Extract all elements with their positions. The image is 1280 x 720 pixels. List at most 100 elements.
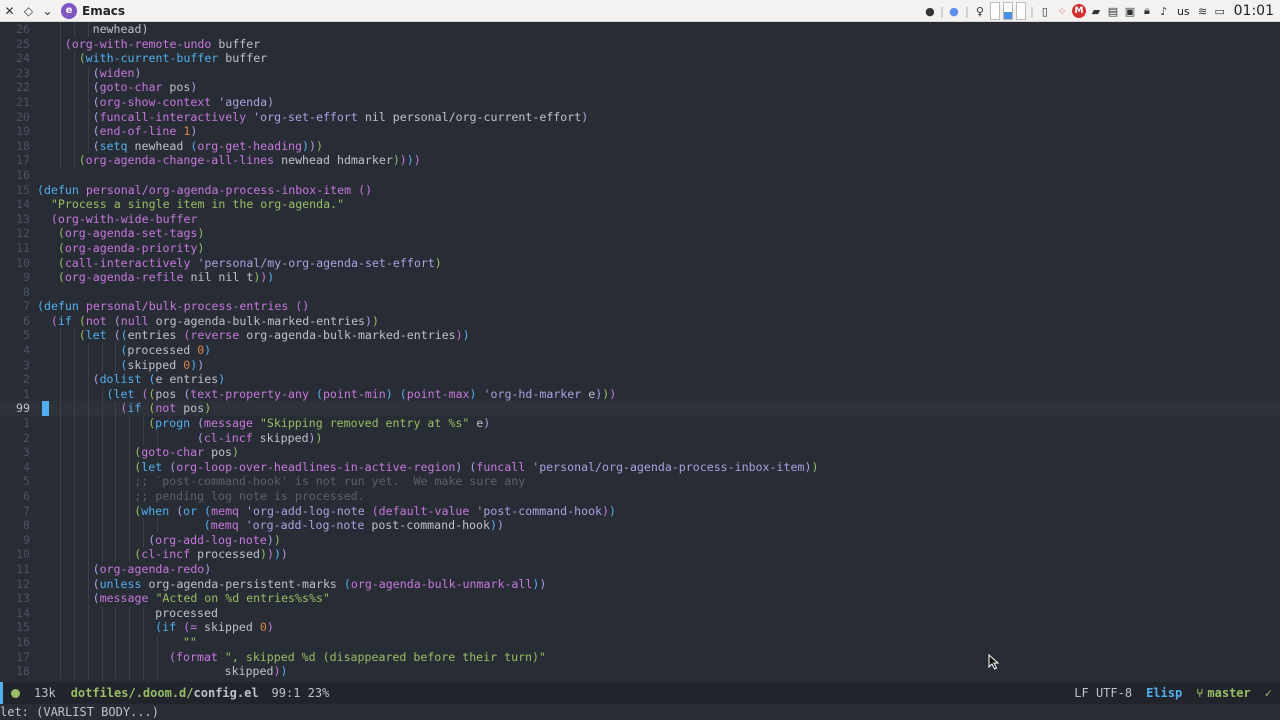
code-line[interactable]: 13 (message "Acted on %d entries%s%s" (0, 591, 1280, 606)
major-mode[interactable]: Elisp (1146, 686, 1182, 700)
indent-guide (73, 153, 75, 168)
indent-guide (129, 503, 131, 519)
code-text: (call-interactively 'personal/my-org-age… (57, 255, 442, 270)
code-line[interactable]: 17 (format ", skipped %d (disappeared bef… (0, 649, 1280, 665)
code-line[interactable]: 10 (cl-incf processed)))) (0, 547, 1280, 562)
code-line[interactable]: 20 (funcall-interactively 'org-set-effort… (0, 109, 1280, 125)
code-line[interactable]: 3 (skipped 0)) (0, 357, 1280, 373)
code-line[interactable]: 9 (org-agenda-refile nil nil t))) (0, 270, 1280, 285)
chevron-down-icon[interactable]: ⌄ (38, 0, 57, 22)
line-number: 1 (23, 416, 30, 431)
indent-guide (87, 620, 89, 635)
code-line[interactable]: 8 (0, 285, 1280, 300)
code-text: ;; pending log note is processed. (134, 489, 365, 503)
code-line[interactable]: 11 (org-agenda-redo) (0, 561, 1280, 577)
code-line[interactable]: 14 processed (0, 605, 1280, 621)
code-text: newhead) (92, 22, 149, 36)
vcs-branch[interactable]: ⑂ master (1196, 686, 1251, 700)
lightbulb-icon[interactable]: ♀ (973, 4, 987, 18)
indent-guide (59, 503, 61, 519)
code-line[interactable]: 12 (org-agenda-set-tags) (0, 226, 1280, 241)
code-line[interactable]: 7 (defun personal/bulk-process-entries () (0, 299, 1280, 314)
droplet-icon[interactable]: ● (923, 4, 937, 18)
mail-icon[interactable]: M (1071, 4, 1086, 18)
circle-icon[interactable]: ● (947, 4, 961, 18)
code-line[interactable]: 25 (org-with-remote-undo buffer (0, 36, 1280, 52)
git-branch-icon: ⑂ (1196, 686, 1204, 700)
line-number: 3 (23, 357, 30, 372)
line-number: 10 (16, 255, 30, 270)
code-line[interactable]: 6 (if (not (null org-agenda-bulk-marked-e… (0, 314, 1280, 329)
code-line[interactable]: 6 ;; pending log note is processed. (0, 489, 1280, 504)
indent-guide (87, 547, 89, 562)
clock[interactable]: 01:01 (1234, 3, 1274, 19)
code-line[interactable]: 14 "Process a single item in the org-agen… (0, 197, 1280, 212)
code-line[interactable]: 18 skipped)) (0, 664, 1280, 679)
indent-guide (59, 124, 61, 139)
indent-guide (115, 474, 117, 489)
lock-icon[interactable]: 🔒︎ (1140, 4, 1154, 18)
code-line[interactable]: 21 (org-show-context 'agenda) (0, 94, 1280, 110)
indent-guide (59, 591, 61, 606)
code-line[interactable]: 3 (goto-char pos) (0, 445, 1280, 460)
code-line[interactable]: 5 (let ((entries (reverse org-agenda-bulk… (0, 328, 1280, 344)
code-line[interactable]: 22 (goto-char pos) (0, 80, 1280, 95)
indent-guide (87, 489, 89, 504)
indent-guide (73, 561, 75, 577)
indent-guide (59, 328, 61, 344)
code-line[interactable]: 15 (defun personal/org-agenda-process-inb… (0, 183, 1280, 198)
code-line[interactable]: 26 newhead) (0, 22, 1280, 37)
current-line[interactable]: 99 (if (not pos) (0, 401, 1280, 417)
code-line[interactable]: 1 (progn (message "Skipping removed entry… (0, 416, 1280, 431)
workspace-1[interactable] (989, 2, 1000, 20)
indent-guide (73, 357, 75, 373)
code-line[interactable]: 4 (let (org-loop-over-headlines-in-active… (0, 459, 1280, 475)
workspace-3[interactable] (1015, 2, 1026, 20)
code-line[interactable]: 15 (if (= skipped 0) (0, 620, 1280, 635)
code-line[interactable]: 5 ;; `post-command-hook' is not run yet. … (0, 474, 1280, 489)
code-line[interactable]: 13 (org-with-wide-buffer (0, 212, 1280, 227)
code-line[interactable]: 16 "" (0, 634, 1280, 650)
indent-guide (129, 664, 131, 679)
indent-guide (87, 22, 89, 37)
code-line[interactable]: 8 (memq 'org-add-log-note post-command-ho… (0, 518, 1280, 533)
network-dots-icon[interactable]: ⁘ (1055, 4, 1069, 18)
code-line[interactable]: 11 (org-agenda-priority) (0, 241, 1280, 256)
code-line[interactable]: 24 (with-current-buffer buffer (0, 51, 1280, 66)
indent-guide (115, 489, 117, 504)
code-line[interactable]: 10 (call-interactively 'personal/my-org-a… (0, 256, 1280, 271)
code-line[interactable]: 18 (setq newhead (org-get-heading))) (0, 138, 1280, 154)
clipboard-icon[interactable]: ▣ (1123, 4, 1137, 18)
indent-guide (87, 459, 89, 475)
wifi-icon[interactable]: ≋ (1196, 4, 1210, 18)
chat-icon[interactable]: ▰ (1089, 4, 1103, 18)
window-menu-icon[interactable]: ◇ (19, 0, 38, 22)
indent-guide (73, 22, 75, 37)
code-line[interactable]: 12 (unless org-agenda-persistent-marks (o… (0, 576, 1280, 592)
volume-icon[interactable]: ♪ (1157, 4, 1171, 18)
storage-icon[interactable]: ▤ (1106, 4, 1120, 18)
code-line[interactable]: 16 (0, 168, 1280, 183)
indent-guide (115, 343, 117, 358)
code-line[interactable]: 2 (dolist (e entries) (0, 372, 1280, 387)
battery-icon[interactable]: ▭ (1213, 4, 1227, 18)
code-line[interactable]: 2 (cl-incf skipped)) (0, 430, 1280, 446)
code-line[interactable]: 17 (org-agenda-change-all-lines newhead h… (0, 153, 1280, 168)
code-line[interactable]: 4 (processed 0) (0, 343, 1280, 358)
code-line[interactable]: 7 (when (or (memq 'org-add-log-note (defa… (0, 503, 1280, 519)
indent-guide (59, 561, 61, 577)
code-line[interactable]: 23 (widen) (0, 65, 1280, 81)
close-window-icon[interactable]: ✕ (0, 0, 19, 22)
checkmark-icon: ✓ (1264, 686, 1272, 700)
code-line[interactable]: 1 (let ((pos (text-property-any (point-mi… (0, 386, 1280, 402)
note-icon[interactable]: ▯ (1038, 4, 1052, 18)
indent-guide (73, 386, 75, 402)
code-line[interactable]: 9 (org-add-log-note)) (0, 532, 1280, 548)
code-line[interactable]: 19 (end-of-line 1) (0, 124, 1280, 139)
keyboard-layout[interactable]: us (1177, 5, 1190, 18)
eol-encoding[interactable]: LF UTF-8 (1074, 686, 1132, 700)
buffer-file-name[interactable]: dotfiles/.doom.d/config.el (71, 686, 259, 700)
workspace-2[interactable] (1002, 2, 1013, 20)
line-number: 12 (16, 576, 30, 591)
editor-buffer[interactable]: 26 newhead) 25 (org-with-remote-undo buffer… (0, 22, 1280, 682)
